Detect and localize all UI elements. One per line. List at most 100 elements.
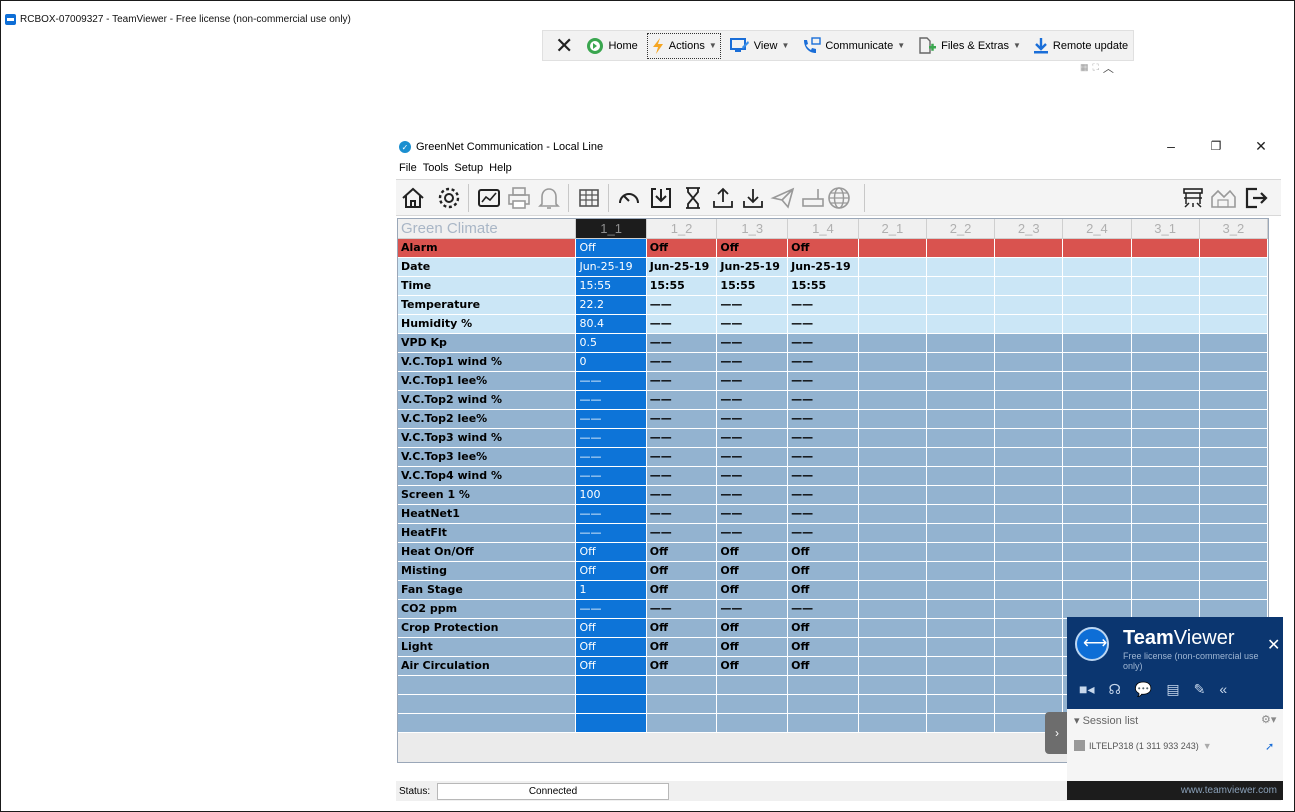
table-cell[interactable] xyxy=(1131,523,1200,543)
table-cell[interactable]: —— xyxy=(787,352,859,372)
table-cell[interactable] xyxy=(1131,561,1200,581)
table-cell[interactable] xyxy=(994,371,1064,391)
table-cell[interactable]: Off xyxy=(646,637,718,657)
table-cell[interactable] xyxy=(1062,580,1132,600)
table-cell[interactable] xyxy=(858,352,927,372)
table-cell[interactable]: —— xyxy=(787,295,859,315)
table-cell[interactable] xyxy=(926,485,996,505)
table-cell[interactable] xyxy=(1199,409,1268,429)
table-cell[interactable]: —— xyxy=(787,333,859,353)
table-cell[interactable] xyxy=(575,675,647,695)
table-cell[interactable]: —— xyxy=(716,371,789,391)
table-cell[interactable] xyxy=(858,409,927,429)
column-header[interactable]: 3_2 xyxy=(1199,219,1268,239)
table-cell[interactable] xyxy=(1131,314,1200,334)
table-cell[interactable] xyxy=(994,295,1064,315)
table-cell[interactable] xyxy=(858,314,927,334)
table-cell[interactable] xyxy=(994,580,1064,600)
table-cell[interactable]: Jun-25-19 xyxy=(787,257,859,277)
table-cell[interactable]: Off xyxy=(575,561,647,581)
table-cell[interactable] xyxy=(858,257,927,277)
table-cell[interactable] xyxy=(926,333,996,353)
table-cell[interactable]: —— xyxy=(575,371,647,391)
table-cell[interactable]: —— xyxy=(575,523,647,543)
table-cell[interactable] xyxy=(1131,447,1200,467)
table-cell[interactable] xyxy=(787,675,859,695)
table-cell[interactable]: Off xyxy=(787,561,859,581)
table-cell[interactable]: 0.5 xyxy=(575,333,647,353)
close-icon[interactable]: ✕ xyxy=(1267,635,1280,655)
table-cell[interactable] xyxy=(994,675,1064,695)
table-cell[interactable] xyxy=(858,390,927,410)
table-cell[interactable]: Off xyxy=(787,542,859,562)
session-entry[interactable]: ILTELP318 (1 311 933 243) ▼ xyxy=(1074,740,1212,751)
table-cell[interactable]: 15:55 xyxy=(787,276,859,296)
table-cell[interactable] xyxy=(994,618,1064,638)
table-cell[interactable]: —— xyxy=(575,599,647,619)
gear-icon[interactable]: ⚙▾ xyxy=(1261,713,1276,726)
teamviewer-footer[interactable]: www.teamviewer.com xyxy=(1067,781,1283,800)
panel-expand-tab[interactable]: › xyxy=(1045,712,1069,754)
table-cell[interactable] xyxy=(1199,352,1268,372)
menu-tools[interactable]: Tools xyxy=(423,162,449,174)
table-cell[interactable] xyxy=(1062,485,1132,505)
table-cell[interactable]: 15:55 xyxy=(716,276,789,296)
table-cell[interactable] xyxy=(926,561,996,581)
table-cell[interactable]: —— xyxy=(646,371,718,391)
table-cell[interactable] xyxy=(1062,333,1132,353)
table-cell[interactable]: —— xyxy=(716,447,789,467)
table-cell[interactable]: —— xyxy=(716,314,789,334)
table-cell[interactable] xyxy=(575,694,647,714)
remote-update-button[interactable]: Remote update xyxy=(1030,33,1131,59)
table-cell[interactable] xyxy=(926,371,996,391)
table-cell[interactable] xyxy=(1199,333,1268,353)
table-cell[interactable] xyxy=(1199,447,1268,467)
table-cell[interactable]: —— xyxy=(575,390,647,410)
table-cell[interactable] xyxy=(646,694,718,714)
table-cell[interactable] xyxy=(994,352,1064,372)
table-cell[interactable] xyxy=(858,618,927,638)
table-cell[interactable] xyxy=(926,447,996,467)
table-cell[interactable] xyxy=(926,314,996,334)
minimize-button[interactable]: – xyxy=(1151,136,1191,156)
table-cell[interactable]: —— xyxy=(716,504,789,524)
table-icon[interactable] xyxy=(574,183,604,213)
table-cell[interactable] xyxy=(1199,257,1268,277)
table-cell[interactable]: —— xyxy=(787,485,859,505)
table-cell[interactable]: —— xyxy=(646,599,718,619)
table-cell[interactable] xyxy=(1199,466,1268,486)
column-header[interactable]: 1_3 xyxy=(716,219,789,239)
menu-file[interactable]: File xyxy=(399,162,417,174)
table-cell[interactable]: 100 xyxy=(575,485,647,505)
table-cell[interactable] xyxy=(858,580,927,600)
remote-control-icon[interactable]: ➚ xyxy=(1265,740,1274,753)
column-header[interactable]: 2_2 xyxy=(926,219,996,239)
table-cell[interactable] xyxy=(858,504,927,524)
table-cell[interactable]: Jun-25-19 xyxy=(716,257,789,277)
table-cell[interactable] xyxy=(926,352,996,372)
table-cell[interactable]: Off xyxy=(575,656,647,676)
table-cell[interactable]: —— xyxy=(716,390,789,410)
table-cell[interactable] xyxy=(926,428,996,448)
table-cell[interactable] xyxy=(858,675,927,695)
table-cell[interactable] xyxy=(1062,295,1132,315)
table-cell[interactable]: —— xyxy=(575,466,647,486)
table-cell[interactable] xyxy=(1199,542,1268,562)
table-cell[interactable] xyxy=(926,409,996,429)
table-cell[interactable]: —— xyxy=(646,523,718,543)
table-cell[interactable] xyxy=(1131,371,1200,391)
table-cell[interactable] xyxy=(1062,371,1132,391)
table-cell[interactable]: —— xyxy=(716,523,789,543)
table-cell[interactable]: —— xyxy=(716,409,789,429)
table-cell[interactable]: —— xyxy=(716,352,789,372)
table-cell[interactable] xyxy=(858,295,927,315)
table-cell[interactable] xyxy=(1062,466,1132,486)
table-cell[interactable]: —— xyxy=(575,504,647,524)
globe-icon[interactable] xyxy=(824,183,854,213)
gauge-icon[interactable] xyxy=(614,183,644,213)
column-header[interactable]: 1_1 xyxy=(575,219,647,239)
table-cell[interactable] xyxy=(1131,276,1200,296)
table-cell[interactable]: Off xyxy=(646,561,718,581)
table-cell[interactable] xyxy=(1199,504,1268,524)
video-icon[interactable]: ■◂ xyxy=(1079,681,1094,698)
